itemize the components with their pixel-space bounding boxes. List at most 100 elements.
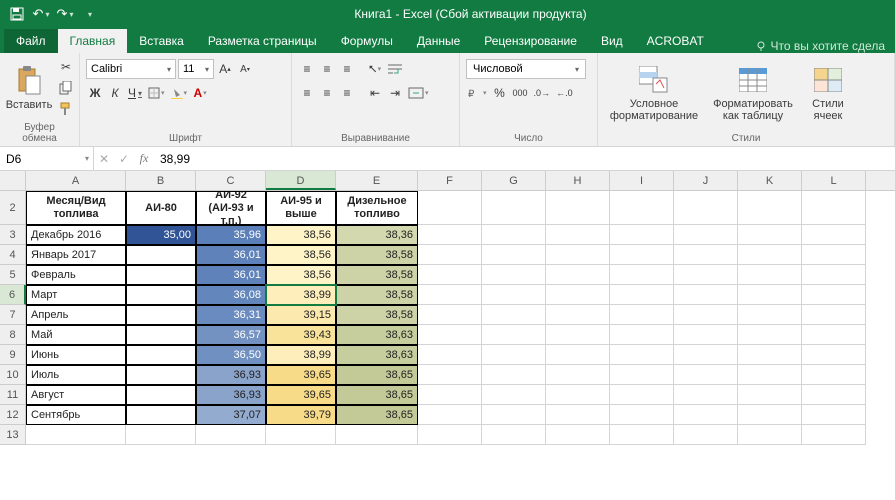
cell[interactable] bbox=[482, 285, 546, 305]
cell[interactable] bbox=[546, 405, 610, 425]
cut-button[interactable]: ✂ bbox=[56, 58, 76, 76]
cell[interactable] bbox=[802, 385, 866, 405]
tab-data[interactable]: Данные bbox=[405, 29, 472, 53]
cell[interactable] bbox=[738, 265, 802, 285]
cell[interactable]: 36,01 bbox=[196, 245, 266, 265]
cell[interactable] bbox=[738, 191, 802, 225]
cell[interactable] bbox=[546, 325, 610, 345]
cell[interactable] bbox=[546, 425, 610, 445]
cell[interactable] bbox=[674, 405, 738, 425]
cell[interactable] bbox=[482, 425, 546, 445]
align-bottom-button[interactable]: ≡ bbox=[338, 59, 356, 79]
cell[interactable]: 38,58 bbox=[336, 245, 418, 265]
row-header[interactable]: 7 bbox=[0, 305, 26, 325]
cell[interactable] bbox=[546, 265, 610, 285]
col-header[interactable]: J bbox=[674, 171, 738, 190]
cell[interactable]: 39,15 bbox=[266, 305, 336, 325]
copy-button[interactable] bbox=[56, 79, 76, 97]
cell[interactable]: Дизельное топливо bbox=[336, 191, 418, 225]
cell[interactable]: 35,96 bbox=[196, 225, 266, 245]
cell[interactable]: АИ-80 bbox=[126, 191, 196, 225]
tab-acrobat[interactable]: ACROBAT bbox=[635, 29, 716, 53]
cell[interactable] bbox=[738, 385, 802, 405]
cell[interactable]: 36,93 bbox=[196, 385, 266, 405]
cell[interactable] bbox=[482, 345, 546, 365]
qat-customize-button[interactable]: ▾ bbox=[78, 3, 100, 25]
cell[interactable] bbox=[482, 405, 546, 425]
decrease-decimal-button[interactable]: ←.0 bbox=[554, 83, 575, 103]
decrease-font-button[interactable]: A▾ bbox=[236, 59, 254, 79]
cell[interactable]: 38,65 bbox=[336, 385, 418, 405]
tab-formulas[interactable]: Формулы bbox=[329, 29, 405, 53]
cell[interactable] bbox=[482, 245, 546, 265]
row-header[interactable]: 4 bbox=[0, 245, 26, 265]
cell[interactable] bbox=[126, 345, 196, 365]
cell[interactable] bbox=[546, 191, 610, 225]
cell[interactable] bbox=[738, 285, 802, 305]
redo-button[interactable]: ↷▾ bbox=[54, 3, 76, 25]
col-header[interactable]: K bbox=[738, 171, 802, 190]
cell[interactable]: 36,57 bbox=[196, 325, 266, 345]
cell[interactable] bbox=[546, 245, 610, 265]
cell[interactable]: 36,01 bbox=[196, 265, 266, 285]
cell[interactable]: 38,58 bbox=[336, 265, 418, 285]
cell[interactable] bbox=[738, 345, 802, 365]
name-box[interactable]: D6 ▾ bbox=[0, 147, 94, 170]
cell[interactable] bbox=[482, 191, 546, 225]
cell[interactable] bbox=[546, 365, 610, 385]
cell[interactable] bbox=[610, 365, 674, 385]
font-name-combo[interactable]: Calibri▾ bbox=[86, 59, 176, 79]
format-as-table-button[interactable]: Форматировать как таблицу bbox=[708, 62, 798, 124]
cell[interactable]: 37,07 bbox=[196, 405, 266, 425]
cell[interactable]: 36,31 bbox=[196, 305, 266, 325]
cell[interactable] bbox=[418, 425, 482, 445]
cell[interactable] bbox=[674, 285, 738, 305]
cell[interactable] bbox=[610, 305, 674, 325]
cell[interactable] bbox=[482, 325, 546, 345]
cell[interactable] bbox=[26, 425, 126, 445]
cell[interactable] bbox=[418, 405, 482, 425]
cell[interactable] bbox=[738, 425, 802, 445]
cell[interactable] bbox=[610, 385, 674, 405]
cell[interactable] bbox=[674, 345, 738, 365]
italic-button[interactable]: К bbox=[106, 83, 124, 103]
align-left-button[interactable]: ≡ bbox=[298, 83, 316, 103]
cell[interactable]: 38,63 bbox=[336, 325, 418, 345]
col-header[interactable]: E bbox=[336, 171, 418, 190]
font-size-combo[interactable]: 11▾ bbox=[178, 59, 214, 79]
cell[interactable] bbox=[418, 305, 482, 325]
cell[interactable] bbox=[418, 285, 482, 305]
tell-me-search[interactable]: Что вы хотите сдела bbox=[745, 39, 895, 53]
cell[interactable]: 39,65 bbox=[266, 385, 336, 405]
cell[interactable] bbox=[674, 225, 738, 245]
accounting-format-button[interactable]: ₽ bbox=[466, 83, 489, 103]
increase-decimal-button[interactable]: .0→ bbox=[532, 83, 553, 103]
cell[interactable] bbox=[126, 285, 196, 305]
tab-review[interactable]: Рецензирование bbox=[472, 29, 589, 53]
col-header[interactable]: A bbox=[26, 171, 126, 190]
cell[interactable]: Январь 2017 bbox=[26, 245, 126, 265]
cell[interactable]: 38,58 bbox=[336, 285, 418, 305]
paste-button[interactable]: Вставить bbox=[6, 63, 52, 113]
col-header[interactable]: B bbox=[126, 171, 196, 190]
cell[interactable] bbox=[674, 265, 738, 285]
tab-page-layout[interactable]: Разметка страницы bbox=[196, 29, 329, 53]
wrap-text-button[interactable] bbox=[386, 59, 406, 79]
underline-button[interactable]: Ч▾ bbox=[126, 83, 144, 103]
cell[interactable] bbox=[196, 425, 266, 445]
cell[interactable] bbox=[610, 405, 674, 425]
cell[interactable] bbox=[738, 305, 802, 325]
align-right-button[interactable]: ≡ bbox=[338, 83, 356, 103]
confirm-button[interactable]: ✓ bbox=[114, 152, 134, 166]
borders-button[interactable] bbox=[146, 83, 167, 103]
spreadsheet-grid[interactable]: A B C D E F G H I J K L 2 Месяц/Вид топл… bbox=[0, 171, 895, 445]
cell[interactable] bbox=[482, 305, 546, 325]
align-top-button[interactable]: ≡ bbox=[298, 59, 316, 79]
row-header[interactable]: 11 bbox=[0, 385, 26, 405]
cell[interactable]: АИ-95 и выше bbox=[266, 191, 336, 225]
cell[interactable] bbox=[802, 345, 866, 365]
cell[interactable] bbox=[802, 365, 866, 385]
cell[interactable] bbox=[610, 285, 674, 305]
cell[interactable] bbox=[482, 365, 546, 385]
cell[interactable] bbox=[738, 245, 802, 265]
